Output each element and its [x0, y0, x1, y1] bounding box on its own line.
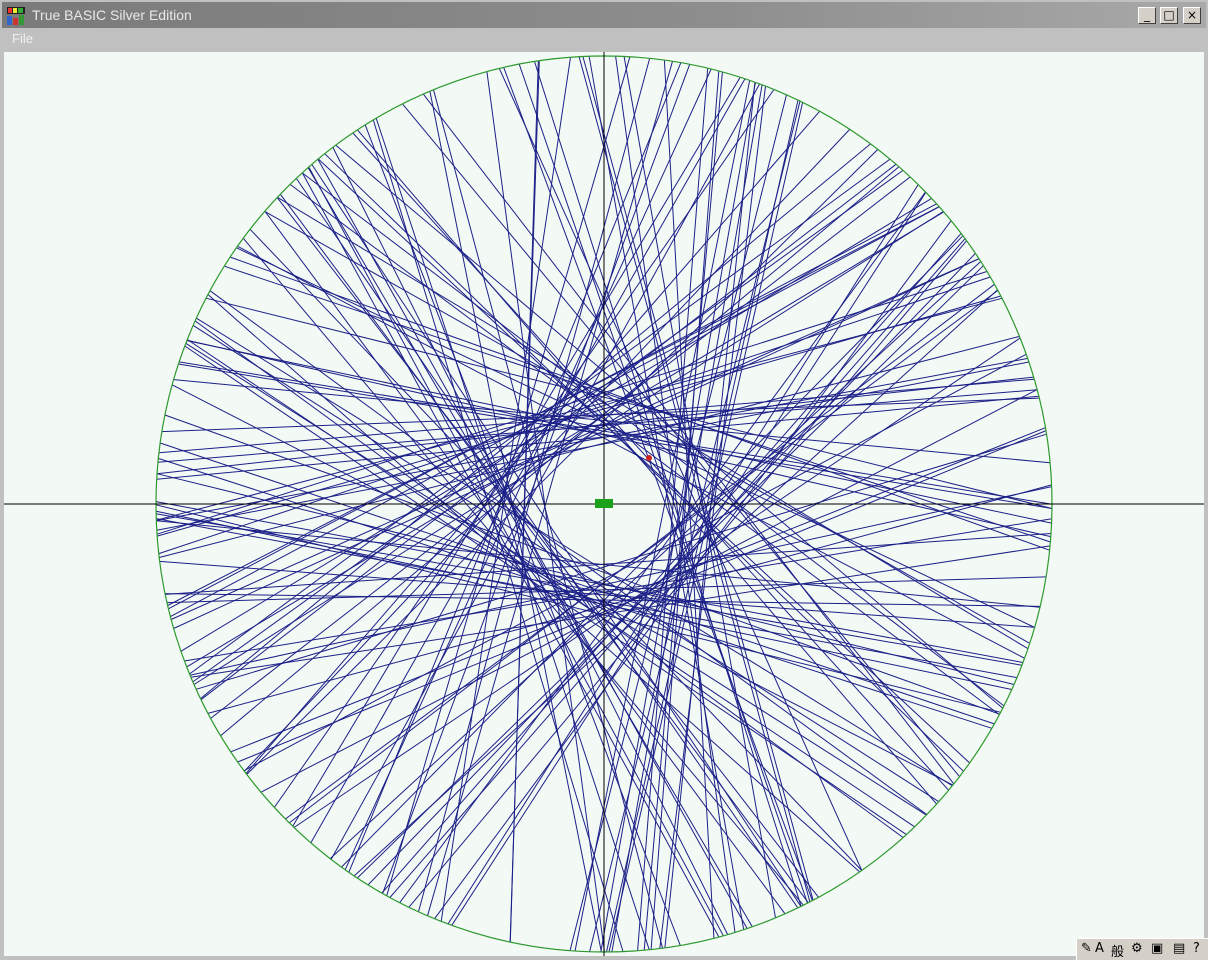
chord-line: [367, 253, 976, 886]
graphics-window[interactable]: [4, 52, 1204, 956]
kanji-mode-button[interactable]: 般: [1111, 941, 1124, 960]
graphics-canvas: [4, 52, 1204, 956]
chord-line: [224, 265, 1051, 543]
language-bar: ✎ A 般 ⚙ ▣ ▤ ?: [1076, 938, 1208, 960]
chord-line: [582, 56, 814, 901]
maximize-button[interactable]: □: [1160, 7, 1178, 24]
settings-icon[interactable]: ⚙: [1131, 941, 1143, 959]
minimize-button[interactable]: _: [1138, 7, 1156, 24]
chord-line: [659, 86, 766, 949]
help-icon[interactable]: ?: [1193, 941, 1200, 959]
chord-line: [185, 342, 927, 816]
chord-line: [155, 501, 1024, 663]
red-point-marker: [646, 455, 652, 461]
chord-line: [236, 247, 1035, 628]
book-icon[interactable]: ▣: [1151, 941, 1163, 959]
chord-line: [209, 290, 928, 816]
chord-line: [264, 210, 1031, 644]
notes-icon[interactable]: ▤: [1173, 941, 1185, 959]
chord-line: [190, 545, 1051, 678]
chord-line: [344, 68, 712, 870]
chord-line: [164, 414, 1000, 715]
chord-line: [158, 276, 991, 555]
menu-file[interactable]: File: [12, 31, 33, 46]
center-marker: [595, 499, 613, 508]
chord-line: [498, 68, 863, 871]
chord-line: [157, 389, 1038, 463]
input-mode-button[interactable]: A: [1095, 941, 1104, 959]
menu-bar: File: [2, 28, 1206, 50]
pen-icon[interactable]: ✎: [1081, 941, 1092, 959]
close-button[interactable]: ×: [1183, 7, 1201, 24]
chord-line: [295, 178, 799, 909]
window-title: True BASIC Silver Edition: [32, 7, 192, 23]
chord-line: [534, 61, 802, 907]
app-window: True BASIC Silver Edition _ □ × File ✎ A…: [0, 0, 1208, 960]
chord-line: [332, 147, 729, 935]
chord-line: [615, 56, 736, 933]
chord-line: [260, 389, 1038, 793]
title-bar[interactable]: True BASIC Silver Edition _ □ ×: [2, 2, 1206, 28]
chord-line: [196, 317, 953, 787]
chord-line: [518, 63, 808, 904]
chord-line: [159, 335, 1020, 558]
chord-line: [156, 473, 1015, 685]
chord-line: [178, 363, 1053, 509]
chord-line: [205, 297, 1053, 509]
chord-line: [606, 100, 799, 953]
chord-line: [310, 78, 746, 844]
true-basic-app-icon: [7, 7, 25, 25]
chord-line: [156, 357, 1028, 522]
chord-line: [156, 297, 1003, 521]
